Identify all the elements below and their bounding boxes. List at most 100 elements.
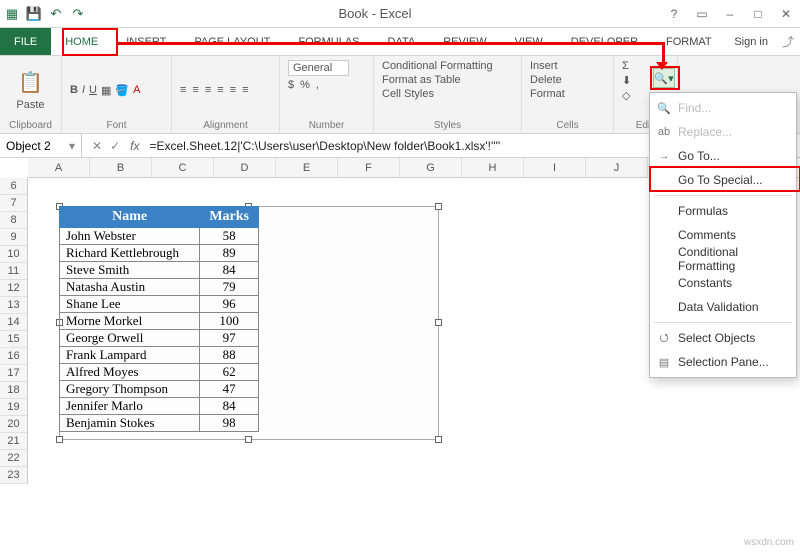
tab-file[interactable]: FILE [0,28,51,55]
quick-access-toolbar: ▦ 💾 ↶ ↷ [4,6,86,22]
row-header[interactable]: 18 [0,382,28,399]
format-as-table-button[interactable]: Format as Table [382,74,461,86]
underline-button[interactable]: U [89,84,97,96]
conditional-formatting-button[interactable]: Conditional Formatting [382,60,493,72]
menu-constants[interactable]: Constants [650,271,796,295]
fill-color-icon[interactable]: 🪣 [115,84,129,97]
table-cell: 84 [200,398,259,415]
row-header[interactable]: 17 [0,365,28,382]
table-cell: 62 [200,364,259,381]
fx-icon[interactable]: fx [130,139,145,153]
resize-handle[interactable] [245,436,252,443]
table-cell: 84 [200,262,259,279]
row-header[interactable]: 19 [0,399,28,416]
currency-icon[interactable]: $ [288,79,294,91]
group-label: Alignment [180,120,271,131]
number-format-dropdown[interactable]: General [288,60,349,76]
align-bottom-icon[interactable]: ≡ [205,84,211,96]
align-center-icon[interactable]: ≡ [230,84,236,96]
col-header[interactable]: F [338,158,400,177]
table-row: Frank Lampard88 [60,347,259,364]
col-header[interactable]: J [586,158,648,177]
menu-select-objects[interactable]: ⭯Select Objects [650,326,796,350]
menu-conditional-formatting[interactable]: Conditional Formatting [650,247,796,271]
row-header[interactable]: 9 [0,229,28,246]
col-header[interactable]: B [90,158,152,177]
cell-styles-button[interactable]: Cell Styles [382,88,434,100]
format-button[interactable]: Format [530,88,565,100]
minimize-icon[interactable]: – [720,7,740,21]
resize-handle[interactable] [435,436,442,443]
resize-handle[interactable] [56,436,63,443]
col-header[interactable]: D [214,158,276,177]
row-header[interactable]: 13 [0,297,28,314]
col-header[interactable]: A [28,158,90,177]
row-header[interactable]: 10 [0,246,28,263]
close-icon[interactable]: ✕ [776,7,796,21]
undo-icon[interactable]: ↶ [48,6,64,22]
resize-handle[interactable] [435,203,442,210]
table-cell: Richard Kettlebrough [60,245,200,262]
align-left-icon[interactable]: ≡ [217,84,223,96]
italic-button[interactable]: I [82,84,85,96]
align-right-icon[interactable]: ≡ [242,84,248,96]
sign-in[interactable]: Sign in [726,28,776,55]
menu-formulas[interactable]: Formulas [650,199,796,223]
table-row: Morne Morkel100 [60,313,259,330]
menu-replace[interactable]: abReplace... [650,120,796,144]
col-header[interactable]: H [462,158,524,177]
fill-icon[interactable]: ⬇ [622,74,631,87]
comma-icon[interactable]: , [316,79,319,91]
row-header[interactable]: 22 [0,450,28,467]
menu-selection-pane[interactable]: ▤Selection Pane... [650,350,796,374]
col-header[interactable]: G [400,158,462,177]
row-header[interactable]: 6 [0,178,28,195]
col-header[interactable]: E [276,158,338,177]
paste-button[interactable]: Paste [16,99,44,111]
ribbon-display-icon[interactable]: ▭ [692,7,712,21]
menu-goto-special[interactable]: Go To Special... [650,168,796,192]
table-cell: Morne Morkel [60,313,200,330]
menu-comments[interactable]: Comments [650,223,796,247]
row-header[interactable]: 7 [0,195,28,212]
maximize-icon[interactable]: □ [748,7,768,21]
row-header[interactable]: 20 [0,416,28,433]
percent-icon[interactable]: % [300,79,310,91]
table-header: Name [60,207,200,228]
menu-goto[interactable]: →Go To... [650,144,796,168]
formula-bar-controls: ✕ ✓ [82,139,130,153]
resize-handle[interactable] [435,319,442,326]
name-box[interactable]: Object 2▾ [0,134,82,157]
save-icon[interactable]: 💾 [26,6,42,22]
clear-icon[interactable]: ◇ [622,89,630,102]
table-cell: George Orwell [60,330,200,347]
row-header[interactable]: 21 [0,433,28,450]
align-middle-icon[interactable]: ≡ [192,84,198,96]
col-header[interactable]: I [524,158,586,177]
menu-find[interactable]: 🔍Find... [650,96,796,120]
row-header[interactable]: 11 [0,263,28,280]
delete-button[interactable]: Delete [530,74,562,86]
paste-icon[interactable]: 📋 [18,70,43,95]
cancel-icon[interactable]: ✕ [92,139,102,153]
insert-button[interactable]: Insert [530,60,558,72]
font-color-icon[interactable]: A [133,84,140,96]
menu-data-validation[interactable]: Data Validation [650,295,796,319]
row-header[interactable]: 8 [0,212,28,229]
share-icon[interactable]: ⤴ [776,28,800,55]
row-header[interactable]: 23 [0,467,28,484]
redo-icon[interactable]: ↷ [70,6,86,22]
help-icon[interactable]: ? [664,7,684,21]
enter-icon[interactable]: ✓ [110,139,120,153]
align-top-icon[interactable]: ≡ [180,84,186,96]
row-header[interactable]: 14 [0,314,28,331]
bold-button[interactable]: B [70,84,78,96]
row-header[interactable]: 16 [0,348,28,365]
autosum-icon[interactable]: Σ [622,60,629,72]
border-icon[interactable]: ▦ [101,84,111,97]
row-header[interactable]: 12 [0,280,28,297]
window-controls: ? ▭ – □ ✕ [664,7,796,21]
row-header[interactable]: 15 [0,331,28,348]
col-header[interactable]: C [152,158,214,177]
tab-home[interactable]: HOME [51,28,112,55]
